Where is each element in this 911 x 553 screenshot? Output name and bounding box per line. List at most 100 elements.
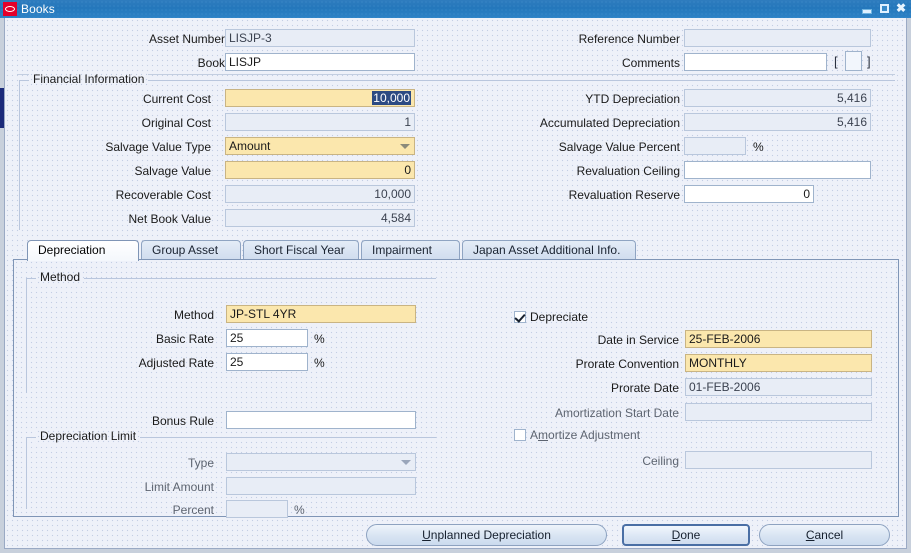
current-cost-label: Current Cost — [142, 92, 211, 106]
header-divider — [17, 74, 895, 75]
depreciation-limit-group-title: Depreciation Limit — [36, 429, 141, 443]
close-icon[interactable]: ✖ — [894, 1, 908, 15]
prorate-convention-field[interactable]: MONTHLY — [685, 354, 872, 372]
amortize-adjustment-label: Amortize Adjustment — [530, 428, 640, 442]
group-border-top — [26, 278, 436, 279]
done-label: one — [680, 528, 701, 542]
current-cost-value: 10,000 — [372, 91, 411, 105]
limit-percent-unit: % — [294, 503, 305, 517]
amortize-adjustment-checkbox-row[interactable]: Amortize Adjustment — [514, 428, 640, 442]
limit-amount-field[interactable] — [226, 477, 416, 495]
form-canvas: Asset Number LISJP-3 Book LISJP Referenc… — [4, 18, 907, 549]
comments-flex-close-bracket: ] — [867, 54, 871, 69]
group-border-left — [19, 80, 20, 230]
dialog-button-bar: Unplanned Depreciation Done Cancel — [5, 521, 906, 548]
adjusted-rate-field[interactable]: 25 — [226, 353, 308, 371]
comments-flexfield-button[interactable] — [845, 51, 862, 71]
salvage-value-label: Salvage Value — [134, 164, 212, 178]
done-mnemonic: D — [671, 528, 681, 542]
background-window-edge — [0, 88, 4, 128]
salvage-value-percent-field[interactable] — [684, 137, 746, 155]
date-in-service-label: Date in Service — [597, 333, 679, 347]
minimize-icon[interactable] — [860, 1, 874, 15]
window-title-bar: Books ✖ — [0, 0, 911, 18]
ceiling-field[interactable] — [685, 451, 872, 469]
salvage-value-type-dropdown[interactable]: Amount — [225, 137, 415, 155]
depreciation-tab-panel: Method Method JP-STL 4YR Basic Rate 25 %… — [13, 259, 899, 518]
original-cost-field[interactable]: 1 — [225, 113, 415, 131]
tab-japan-asset-additional-info[interactable]: Japan Asset Additional Info. — [462, 240, 636, 260]
salvage-value-percent-unit: % — [753, 140, 764, 154]
reference-number-field[interactable] — [684, 29, 871, 47]
recoverable-cost-field[interactable]: 10,000 — [225, 185, 415, 203]
ytd-depreciation-field[interactable]: 5,416 — [684, 89, 871, 107]
accumulated-depreciation-field[interactable]: 5,416 — [684, 113, 871, 131]
salvage-value-field[interactable]: 0 — [225, 161, 415, 179]
salvage-value-percent-label: Salvage Value Percent — [558, 140, 680, 154]
book-field[interactable]: LISJP — [225, 53, 415, 71]
basic-rate-unit: % — [314, 332, 325, 346]
amortize-adjustment-label-pre: A — [530, 428, 539, 442]
adjusted-rate-label: Adjusted Rate — [138, 356, 214, 370]
group-border-top — [19, 80, 895, 81]
current-cost-field[interactable]: 10,000 — [225, 89, 415, 107]
tab-short-fiscal-year[interactable]: Short Fiscal Year — [243, 240, 359, 260]
bonus-rule-field[interactable] — [226, 411, 416, 429]
unplanned-depreciation-button[interactable]: Unplanned Depreciation — [366, 524, 607, 546]
revaluation-reserve-label: Revaluation Reserve — [568, 188, 680, 202]
comments-field[interactable] — [684, 53, 827, 71]
tab-bar: Depreciation Group Asset Short Fiscal Ye… — [13, 240, 899, 261]
depreciate-label: Depreciate — [530, 310, 589, 324]
revaluation-ceiling-field[interactable] — [684, 161, 871, 179]
basic-rate-label: Basic Rate — [155, 332, 214, 346]
reference-number-label: Reference Number — [578, 32, 680, 46]
adjusted-rate-unit: % — [314, 356, 325, 370]
revaluation-ceiling-label: Revaluation Ceiling — [576, 164, 680, 178]
prorate-date-field[interactable]: 01-FEB-2006 — [685, 378, 872, 396]
tab-depreciation[interactable]: Depreciation — [27, 240, 139, 261]
amortize-adjustment-checkbox[interactable] — [514, 429, 526, 441]
window-controls: ✖ — [860, 1, 908, 15]
chevron-down-icon — [401, 460, 411, 465]
prorate-convention-label: Prorate Convention — [575, 357, 679, 371]
ytd-depreciation-label: YTD Depreciation — [585, 92, 680, 106]
limit-amount-label: Limit Amount — [144, 480, 214, 494]
ceiling-label: Ceiling — [642, 454, 679, 468]
method-field[interactable]: JP-STL 4YR — [226, 305, 416, 323]
method-label: Method — [173, 308, 214, 322]
net-book-value-label: Net Book Value — [128, 212, 212, 226]
done-button[interactable]: Done — [622, 524, 750, 546]
comments-label: Comments — [621, 56, 680, 70]
basic-rate-field[interactable]: 25 — [226, 329, 308, 347]
financial-information-group-title: Financial Information — [29, 72, 149, 86]
cancel-button[interactable]: Cancel — [759, 524, 890, 546]
original-cost-label: Original Cost — [141, 116, 211, 130]
book-label: Book — [197, 56, 225, 70]
net-book-value-field[interactable]: 4,584 — [225, 209, 415, 227]
asset-number-field[interactable]: LISJP-3 — [225, 29, 415, 47]
tab-group-asset[interactable]: Group Asset — [141, 240, 241, 260]
tab-impairment[interactable]: Impairment — [361, 240, 460, 260]
amortization-start-date-field[interactable] — [685, 403, 872, 421]
amortize-adjustment-label-post: ortize Adjustment — [548, 428, 641, 442]
accumulated-depreciation-label: Accumulated Depreciation — [539, 116, 680, 130]
revaluation-reserve-field[interactable]: 0 — [684, 185, 814, 203]
titlebar-texture — [0, 0, 911, 18]
unplanned-depreciation-label: nplanned Depreciation — [430, 528, 551, 542]
recoverable-cost-label: Recoverable Cost — [115, 188, 211, 202]
method-group-title: Method — [36, 270, 85, 284]
limit-percent-field[interactable] — [226, 500, 288, 518]
bonus-rule-label: Bonus Rule — [151, 414, 214, 428]
prorate-date-label: Prorate Date — [610, 381, 679, 395]
depreciate-checkbox-row[interactable]: Depreciate — [514, 310, 588, 324]
maximize-icon[interactable] — [877, 1, 891, 15]
group-border-left — [26, 437, 27, 509]
books-window: Books ✖ Asset Number LISJP-3 Book LISJP … — [0, 0, 911, 553]
chevron-down-icon — [400, 144, 410, 149]
date-in-service-field[interactable]: 25-FEB-2006 — [685, 330, 872, 348]
salvage-value-type-value: Amount — [229, 139, 271, 153]
depreciate-checkbox[interactable] — [514, 311, 526, 323]
limit-type-dropdown[interactable] — [226, 453, 416, 471]
limit-percent-label: Percent — [172, 503, 214, 517]
group-border-left — [26, 278, 27, 393]
